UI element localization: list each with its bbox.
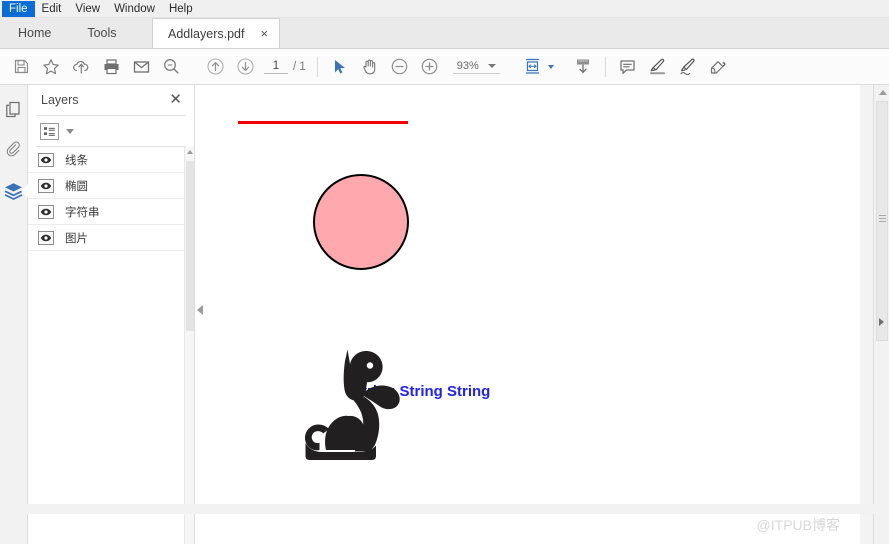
tab-home[interactable]: Home bbox=[0, 17, 69, 48]
sign-icon[interactable] bbox=[673, 52, 703, 82]
layer-name: 椭圆 bbox=[65, 180, 88, 193]
tab-bar: Home Tools Addlayers.pdf × bbox=[0, 18, 889, 49]
list-item[interactable]: 图片 bbox=[28, 225, 194, 251]
menu-item-help[interactable]: Help bbox=[162, 1, 200, 17]
scroll-up-icon[interactable] bbox=[879, 90, 887, 95]
list-options-icon[interactable] bbox=[40, 122, 59, 140]
eye-icon[interactable] bbox=[38, 152, 54, 167]
star-icon[interactable] bbox=[36, 52, 66, 82]
eye-icon[interactable] bbox=[38, 230, 54, 245]
eye-icon[interactable] bbox=[38, 204, 54, 219]
tab-document[interactable]: Addlayers.pdf × bbox=[151, 18, 280, 48]
menu-item-edit[interactable]: Edit bbox=[35, 1, 69, 17]
hand-tool-icon[interactable] bbox=[355, 52, 385, 82]
layers-panel: Layers ✕ 线条 椭圆 字符串 图片 bbox=[28, 85, 203, 544]
sidebar-item-layers[interactable] bbox=[2, 179, 26, 203]
list-item[interactable]: 椭圆 bbox=[28, 173, 194, 199]
red-line-shape bbox=[238, 121, 408, 124]
layer-name: 字符串 bbox=[65, 206, 100, 219]
pink-ellipse-shape bbox=[313, 174, 409, 270]
toolbar-separator-2 bbox=[604, 56, 606, 77]
menu-item-file[interactable]: File bbox=[2, 0, 35, 17]
layer-name: 图片 bbox=[65, 232, 88, 245]
sidebar-item-attachments[interactable] bbox=[2, 138, 26, 162]
navigation-rail bbox=[0, 85, 28, 544]
workspace: Layers ✕ 线条 椭圆 字符串 图片 String String Stri… bbox=[0, 85, 889, 544]
tab-tools[interactable]: Tools bbox=[69, 17, 134, 48]
layers-panel-header: Layers ✕ bbox=[28, 85, 194, 115]
stamp-icon[interactable] bbox=[703, 52, 733, 82]
sidebar-item-page-thumbnails[interactable] bbox=[2, 97, 26, 121]
print-icon[interactable] bbox=[96, 52, 126, 82]
menu-item-window[interactable]: Window bbox=[107, 1, 162, 17]
layers-list-scrollbar[interactable] bbox=[184, 147, 194, 544]
fit-page-chevron-icon[interactable] bbox=[547, 64, 554, 69]
next-page-icon[interactable] bbox=[230, 52, 260, 82]
document-vertical-scrollbar[interactable] bbox=[873, 85, 889, 544]
page-total-label: / 1 bbox=[293, 60, 306, 73]
watermark-text: @ITPUB博客 bbox=[756, 517, 840, 533]
layers-panel-toolbar bbox=[28, 116, 194, 146]
close-icon[interactable]: ✕ bbox=[169, 92, 182, 107]
eye-icon[interactable] bbox=[38, 178, 54, 193]
save-icon[interactable] bbox=[6, 52, 36, 82]
scroll-right-icon[interactable] bbox=[879, 318, 884, 326]
toolbar-separator-1 bbox=[316, 56, 318, 77]
scrollbar-thumb[interactable] bbox=[186, 161, 194, 331]
comment-icon[interactable] bbox=[613, 52, 643, 82]
zoom-level-label: 93% bbox=[456, 59, 479, 72]
bottom-strip bbox=[0, 504, 889, 514]
tab-bar-filler bbox=[280, 17, 889, 48]
download-icon[interactable] bbox=[568, 52, 598, 82]
pdf-page: String String String @ITPUB博客 bbox=[195, 85, 860, 544]
cloud-upload-icon[interactable] bbox=[66, 52, 96, 82]
layer-name: 线条 bbox=[65, 154, 88, 167]
zoom-in-icon[interactable] bbox=[415, 52, 445, 82]
zoom-selector[interactable]: 93% bbox=[452, 59, 500, 74]
list-item[interactable]: 字符串 bbox=[28, 199, 194, 225]
select-cursor-icon[interactable] bbox=[325, 52, 355, 82]
scroll-up-icon[interactable] bbox=[187, 150, 193, 154]
menu-bar: File Edit View Window Help bbox=[0, 0, 889, 18]
menu-item-view[interactable]: View bbox=[68, 1, 107, 17]
fit-page-icon[interactable] bbox=[518, 52, 548, 82]
search-icon[interactable] bbox=[156, 52, 186, 82]
highlight-icon[interactable] bbox=[643, 52, 673, 82]
list-item[interactable]: 线条 bbox=[28, 147, 194, 173]
panel-collapse-icon[interactable] bbox=[197, 305, 203, 316]
cat-silhouette-image bbox=[292, 343, 412, 473]
chevron-down-icon[interactable] bbox=[66, 128, 74, 134]
previous-page-icon[interactable] bbox=[200, 52, 230, 82]
email-icon[interactable] bbox=[126, 52, 156, 82]
tab-document-label: Addlayers.pdf bbox=[168, 26, 245, 41]
close-icon[interactable]: × bbox=[260, 27, 268, 40]
page-navigation: / 1 bbox=[264, 59, 306, 74]
document-viewer: String String String @ITPUB博客 bbox=[195, 85, 873, 544]
layers-panel-title: Layers bbox=[41, 93, 79, 107]
chevron-down-icon[interactable] bbox=[487, 63, 496, 68]
scrollbar-grip-icon bbox=[879, 215, 886, 222]
toolbar: / 1 93% bbox=[0, 49, 889, 85]
layers-list: 线条 椭圆 字符串 图片 bbox=[28, 147, 194, 544]
page-number-input[interactable] bbox=[264, 59, 288, 74]
zoom-out-icon[interactable] bbox=[385, 52, 415, 82]
